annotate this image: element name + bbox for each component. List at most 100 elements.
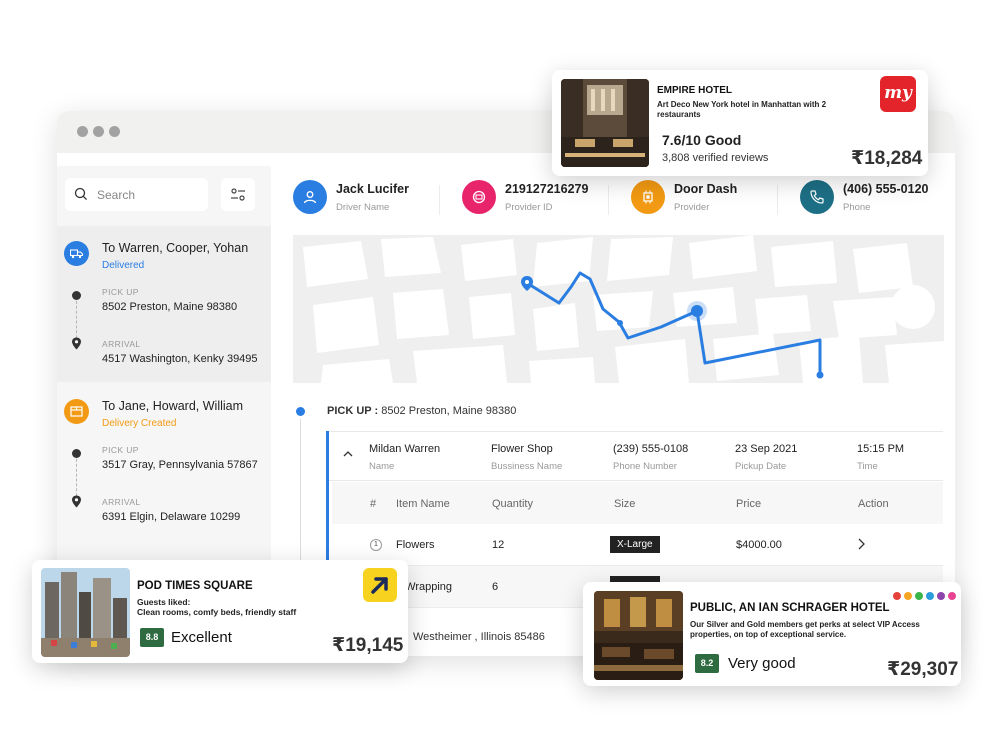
pickup-time-value: 15:15 PM [857, 443, 905, 455]
divider [777, 185, 778, 215]
lounge-image [594, 591, 683, 680]
hotel-price: ₹29,307 [887, 659, 959, 680]
window-dot-maximize[interactable] [109, 126, 120, 137]
hotel-name: EMPIRE HOTEL [657, 85, 733, 96]
business-name-value: Flower Shop [491, 443, 553, 455]
delivery-item[interactable]: To Warren, Cooper, Yohan Delivered PICK … [57, 226, 271, 382]
pickup-address: 8502 Preston, Maine 98380 [102, 301, 238, 313]
hotel-rating-word: Excellent [171, 629, 232, 646]
provider-id-badge [462, 180, 496, 214]
provider-id-label: Provider ID [505, 202, 553, 213]
makemytrip-logo-icon: my [880, 76, 916, 112]
arrival-label: ARRIVAL [102, 339, 141, 349]
provider-id-icon [472, 190, 486, 204]
window-dot-minimize[interactable] [93, 126, 104, 137]
table-row: 1 Flowers 12 X-Large $4000.00 [332, 524, 943, 566]
phone-number-value: (239) 555-0108 [613, 443, 689, 455]
location-pin-icon [72, 495, 81, 508]
hotel-rating: 7.6/10 Good [662, 132, 742, 148]
search-input[interactable]: Search [65, 178, 208, 211]
brand-dot [915, 592, 923, 600]
driver-name: Jack Lucifer [336, 182, 409, 196]
hotel-card-pod[interactable]: POD TIMES SQUARE Guests liked: Clean roo… [32, 560, 408, 663]
phone-badge[interactable] [800, 180, 834, 214]
provider-name: Door Dash [674, 182, 738, 196]
window-dot-close[interactable] [77, 126, 88, 137]
row-number: 1 [370, 539, 382, 551]
col-quantity: Quantity [492, 498, 533, 510]
pickup-time: 15:15 PM Time [857, 443, 904, 472]
hotel-score: 8.2 [695, 654, 719, 673]
phone-icon [810, 190, 824, 204]
expedia-logo-icon [363, 568, 397, 602]
hotel-photo [41, 568, 130, 657]
hotel-score: 8.8 [140, 628, 164, 647]
chevron-right-icon[interactable] [857, 538, 865, 550]
pickup-dot [72, 449, 81, 458]
pickup-date-value: 23 Sep 2021 [735, 443, 798, 455]
brand-dot [893, 592, 901, 600]
user-icon [303, 191, 317, 204]
filter-button[interactable] [221, 178, 255, 211]
hotel-card-empire[interactable]: EMPIRE HOTEL Art Deco New York hotel in … [552, 70, 928, 176]
hotel-rating-word: Very good [728, 655, 796, 672]
hotel-photo [594, 591, 683, 680]
search-icon [74, 187, 88, 201]
dropoff-address: Westheimer , Illinois 85486 [413, 631, 545, 643]
hotel-photo [561, 79, 649, 167]
divider [439, 185, 440, 215]
driver-badge [293, 180, 327, 214]
item-quantity: 12 [492, 539, 505, 551]
hotel-card-public[interactable]: PUBLIC, AN IAN SCHRAGER HOTEL Our Silver… [583, 582, 961, 686]
arrival-label: ARRIVAL [102, 497, 141, 507]
customer-name: Mildan Warren Name [369, 443, 440, 472]
item-quantity: 6 [492, 581, 499, 593]
order-pickup: PICK UP : 8502 Preston, Maine 98380 [327, 405, 516, 417]
pickup-dot [72, 291, 81, 300]
arrival-address: 6391 Elgin, Delaware 10299 [102, 511, 241, 523]
divider [608, 185, 609, 215]
city-image [41, 568, 130, 657]
hotel-reviews: 3,808 verified reviews [662, 152, 769, 164]
map-canvas [303, 235, 944, 383]
phone-number-col: (239) 555-0108 Phone Number [613, 443, 688, 472]
business-name: Flower Shop Bussiness Name [491, 443, 562, 472]
hotel-description: Our Silver and Gold members get perks at… [690, 620, 920, 639]
arrival-address: 4517 Washington, Kenky 39495 [102, 353, 258, 365]
brand-dot [937, 592, 945, 600]
chip-icon [643, 190, 653, 204]
search-placeholder: Search [97, 188, 136, 202]
arrow-icon [371, 577, 388, 594]
size-badge: X-Large [610, 536, 660, 553]
pickup-time-label: Time [857, 461, 878, 472]
driver-name-label: Driver Name [336, 202, 390, 213]
provider-label: Provider [674, 202, 710, 213]
chevron-up-icon[interactable] [343, 450, 353, 458]
delivery-status: Delivered [102, 260, 145, 271]
truck-icon [70, 249, 83, 259]
brand-dot [926, 592, 934, 600]
phone-label: Phone [843, 202, 871, 213]
delivery-status: Delivery Created [102, 418, 177, 429]
order-pickup-label: PICK UP : [327, 405, 379, 417]
pickup-timeline-dot [296, 407, 305, 416]
brand-dot [904, 592, 912, 600]
customer-name-value: Mildan Warren [369, 443, 441, 455]
customer-row: Mildan Warren Name Flower Shop Bussiness… [329, 431, 943, 481]
items-table-header: # Item Name Quantity Size Price Action [332, 482, 943, 524]
col-size: Size [614, 498, 636, 510]
delivery-item[interactable]: To Jane, Howard, William Delivery Create… [57, 384, 271, 542]
route-map[interactable] [293, 235, 944, 383]
col-item-name: Item Name [396, 498, 450, 510]
item-price: $4000.00 [736, 539, 782, 551]
hotel-description: Art Deco New York hotel in Manhattan wit… [657, 100, 827, 119]
pickup-label: PICK UP [102, 287, 139, 297]
delivery-badge [64, 241, 89, 266]
business-name-label: Bussiness Name [491, 461, 563, 472]
pickup-date-label: Pickup Date [735, 461, 787, 472]
order-pickup-address: 8502 Preston, Maine 98380 [381, 405, 517, 417]
package-icon [70, 406, 83, 417]
pickup-address: 3517 Gray, Pennsylvania 57867 [102, 459, 258, 471]
phone-number: (406) 555-0120 [843, 182, 929, 196]
col-number: # [370, 498, 377, 510]
